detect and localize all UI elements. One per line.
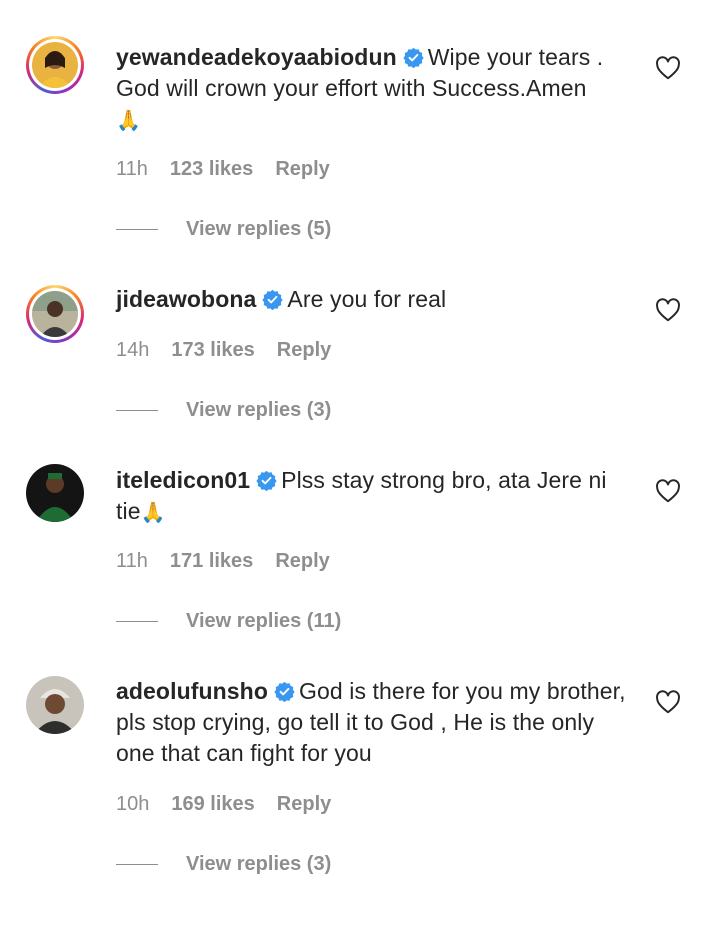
avatar-photo (32, 291, 78, 337)
avatar-photo (32, 42, 78, 88)
comment-time: 11h (116, 158, 148, 180)
verified-badge-icon (274, 681, 295, 702)
verified-badge-icon (256, 470, 277, 491)
comment-body: Are you for real (287, 286, 447, 312)
view-replies-label: View replies (3) (186, 853, 332, 875)
avatar[interactable] (26, 676, 84, 734)
avatar[interactable] (26, 285, 84, 343)
reply-button[interactable]: Reply (275, 550, 329, 572)
comment-username[interactable]: iteledicon01 (116, 467, 250, 493)
pray-emoji: 🙏 (140, 502, 166, 524)
reply-button[interactable]: Reply (277, 793, 331, 815)
reply-button[interactable]: Reply (277, 339, 331, 361)
divider-line (116, 863, 158, 866)
heart-outline-icon[interactable] (655, 298, 681, 322)
heart-outline-icon[interactable] (655, 56, 681, 80)
comment-text: iteledicon01 Plss stay strong bro, ata Je… (116, 465, 634, 529)
comment-meta: 14h 173 likes Reply (116, 339, 331, 362)
comment-username[interactable]: yewandeadekoyaabiodun (116, 44, 397, 70)
view-replies-label: View replies (11) (186, 610, 342, 632)
comment-meta: 10h 169 likes Reply (116, 793, 331, 816)
comment-likes[interactable]: 123 likes (170, 158, 253, 180)
view-replies-button[interactable]: View replies (11) (116, 610, 341, 633)
comment-time: 10h (116, 793, 150, 815)
avatar[interactable] (26, 464, 84, 522)
heart-outline-icon[interactable] (655, 690, 681, 714)
view-replies-button[interactable]: View replies (5) (116, 218, 331, 241)
view-replies-button[interactable]: View replies (3) (116, 853, 331, 876)
avatar-photo (26, 676, 84, 734)
comment-likes[interactable]: 171 likes (170, 550, 253, 572)
verified-badge-icon (403, 47, 424, 68)
pray-emoji: 🙏 (116, 110, 142, 132)
divider-line (116, 228, 158, 231)
divider-line (116, 620, 158, 623)
comment-likes[interactable]: 173 likes (171, 339, 254, 361)
avatar[interactable] (26, 36, 84, 94)
divider-line (116, 409, 158, 412)
reply-button[interactable]: Reply (275, 158, 329, 180)
comment-likes[interactable]: 169 likes (171, 793, 254, 815)
comment-text: adeolufunsho God is there for you my brot… (116, 676, 634, 769)
comment-text: jideawobona Are you for real (116, 284, 634, 315)
comment-text: yewandeadekoyaabiodun Wipe your tears . G… (116, 42, 634, 137)
heart-outline-icon[interactable] (655, 479, 681, 503)
comment-meta: 11h 171 likes Reply (116, 550, 330, 573)
view-replies-label: View replies (5) (186, 218, 332, 240)
comment-username[interactable]: adeolufunsho (116, 678, 268, 704)
verified-badge-icon (262, 289, 284, 310)
view-replies-label: View replies (3) (186, 399, 332, 421)
comment-time: 14h (116, 339, 150, 361)
comment-time: 11h (116, 550, 148, 572)
comment-username[interactable]: jideawobona (116, 286, 256, 312)
avatar-photo (26, 464, 84, 522)
view-replies-button[interactable]: View replies (3) (116, 399, 331, 422)
comment-meta: 11h 123 likes Reply (116, 158, 330, 181)
